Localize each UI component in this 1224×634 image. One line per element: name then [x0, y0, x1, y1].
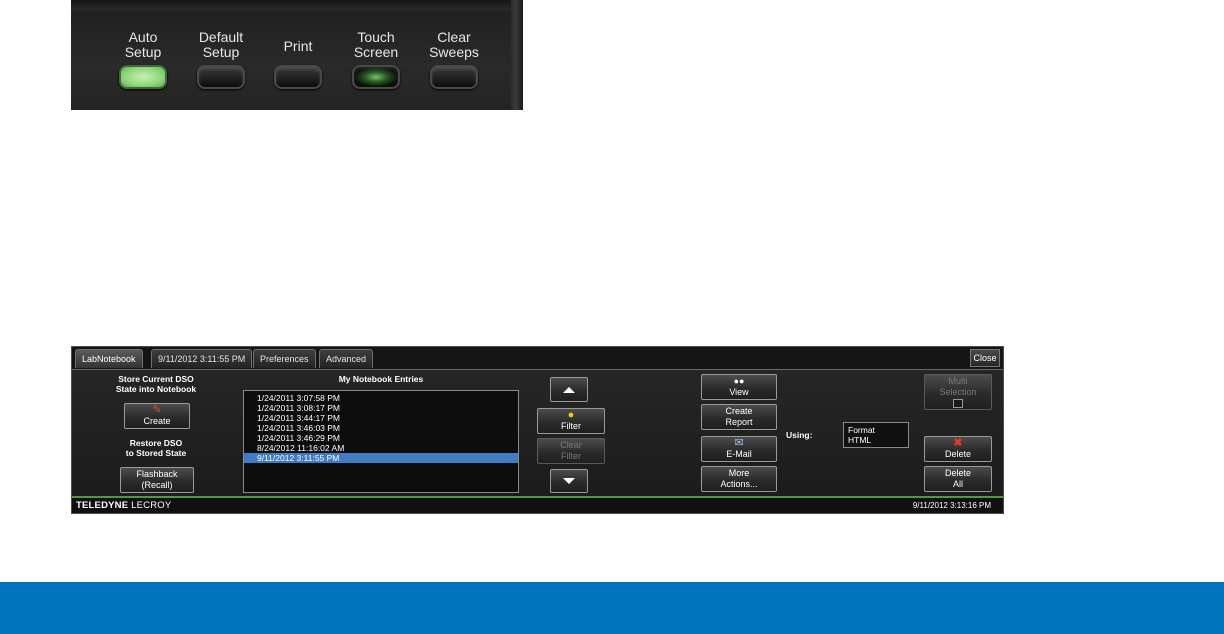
front-panel-button-label: Clear Sweeps — [429, 29, 479, 60]
delete-x-icon: ✖ — [953, 437, 963, 449]
clear-filter-button[interactable]: Clear Filter — [537, 438, 605, 464]
front-panel-button-4[interactable]: Clear Sweeps — [424, 30, 484, 89]
front-panel-button-0[interactable]: Auto Setup — [113, 30, 173, 89]
multi-selection-button[interactable]: Multi Selection — [924, 374, 992, 410]
footer-band — [0, 582, 1224, 634]
status-datetime: 9/11/2012 3:13:16 PM — [912, 501, 991, 510]
format-label: Format — [848, 425, 875, 435]
format-select[interactable]: Format HTML — [843, 422, 909, 448]
front-panel-key[interactable] — [197, 65, 245, 89]
flashback-recall-button[interactable]: Flashback (Recall) — [120, 467, 194, 493]
front-panel-button-3[interactable]: Touch Screen — [346, 30, 406, 89]
notebook-entry[interactable]: 8/24/2012 11:16:02 AM — [244, 443, 518, 453]
brand-logo: TELEDYNE LECROY — [76, 500, 171, 511]
tab-entry-date[interactable]: 9/11/2012 3:11:55 PM — [151, 349, 253, 368]
filter-label: Filter — [561, 421, 581, 431]
multi-selection-checkbox[interactable] — [953, 399, 963, 408]
using-label: Using: — [786, 430, 813, 440]
create-report-button[interactable]: Create Report — [701, 404, 777, 430]
scroll-up-button[interactable] — [550, 377, 588, 402]
front-panel-button-label: Print — [283, 38, 313, 54]
notebook-entry[interactable]: 1/24/2011 3:46:29 PM — [244, 433, 518, 443]
store-heading: Store Current DSO State into Notebook — [115, 374, 197, 394]
notebook-entry[interactable]: 1/24/2011 3:46:03 PM — [244, 423, 518, 433]
create-label: Create — [143, 416, 171, 426]
view-button[interactable]: ●● View — [701, 374, 777, 400]
delete-button[interactable]: ✖ Delete — [924, 436, 992, 462]
front-panel-photo: Auto Setup Default Setup Print Touch Screen… — [71, 0, 523, 110]
front-panel-key[interactable] — [274, 65, 322, 89]
front-panel-button-1[interactable]: Default Setup — [191, 30, 251, 89]
tab-bar: LabNotebook 9/11/2012 3:11:55 PM Prefere… — [72, 347, 1003, 369]
notebook-entry[interactable]: 1/24/2011 3:08:17 PM — [244, 403, 518, 413]
tab-advanced[interactable]: Advanced — [319, 349, 374, 368]
view-label: View — [729, 387, 749, 397]
front-panel-button-2[interactable]: Print — [268, 30, 328, 89]
entries-heading: My Notebook Entries — [338, 374, 424, 384]
panel-edge — [511, 0, 523, 110]
delete-all-button[interactable]: Delete All — [924, 466, 992, 492]
glasses-icon: ●● — [733, 376, 745, 386]
front-panel-key[interactable] — [430, 65, 478, 89]
front-panel-button-label: Default Setup — [198, 29, 244, 60]
delete-label: Delete — [944, 449, 971, 459]
notebook-entry[interactable]: 1/24/2011 3:07:58 PM — [244, 393, 518, 403]
format-value: HTML — [848, 435, 872, 445]
brand-light: LECROY — [128, 500, 172, 511]
front-panel-button-label: Touch Screen — [353, 29, 399, 60]
filter-button[interactable]: ● Filter — [537, 408, 605, 434]
notebook-create-icon: ✎ — [152, 404, 162, 416]
notebook-entries-list[interactable]: 1/24/2011 3:07:58 PM 1/24/2011 3:08:17 PM… — [243, 390, 519, 493]
email-button[interactable]: ✉ E-Mail — [701, 436, 777, 462]
scroll-down-button[interactable] — [550, 469, 588, 493]
notebook-entry[interactable]: 1/24/2011 3:44:17 PM — [244, 413, 518, 423]
panel-rib — [71, 0, 523, 10]
multi-selection-label: Multi Selection — [939, 376, 977, 397]
status-bar: TELEDYNE LECROY 9/11/2012 3:13:16 PM — [72, 496, 1003, 513]
more-actions-button[interactable]: More Actions... — [701, 466, 777, 492]
email-label: E-Mail — [726, 449, 752, 459]
arrow-down-icon — [563, 478, 575, 484]
arrow-up-icon — [563, 386, 575, 393]
restore-heading: Restore DSO to Stored State — [125, 438, 187, 458]
create-button[interactable]: ✎ Create — [124, 403, 190, 429]
front-panel-key[interactable] — [352, 65, 400, 89]
tab-labnotebook[interactable]: LabNotebook — [75, 349, 143, 368]
front-panel-button-label: Auto Setup — [124, 29, 162, 60]
notebook-entry[interactable]: 9/11/2012 3:11:55 PM — [244, 453, 518, 463]
close-button[interactable]: Close — [970, 349, 1000, 367]
panel-body: Store Current DSO State into Notebook ✎ … — [72, 369, 1003, 495]
filter-icon: ● — [567, 409, 575, 421]
email-icon: ✉ — [734, 437, 744, 449]
brand-bold: TELEDYNE — [76, 500, 129, 511]
tab-preferences[interactable]: Preferences — [253, 349, 316, 368]
front-panel-key[interactable] — [119, 65, 167, 89]
labnotebook-dialog: LabNotebook 9/11/2012 3:11:55 PM Prefere… — [71, 346, 1004, 514]
